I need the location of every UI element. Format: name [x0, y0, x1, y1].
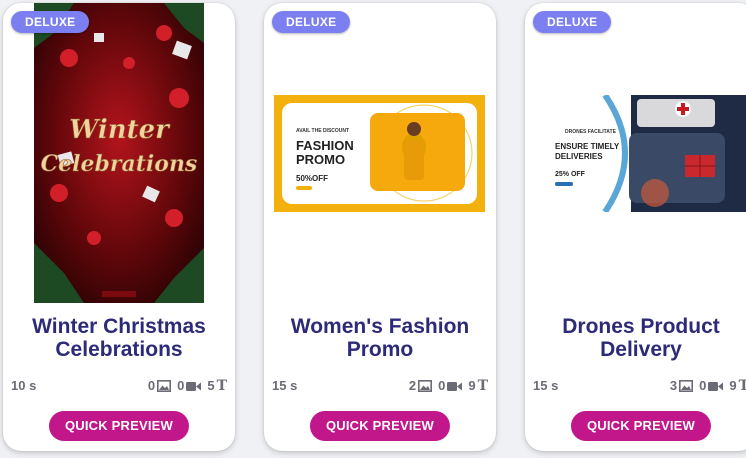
- video-camera-icon: [447, 381, 463, 391]
- image-count-value: 3: [669, 378, 678, 393]
- thumbnail-image: Winter Celebrations: [34, 3, 204, 303]
- thumb-title-line1: FASHION: [296, 138, 354, 153]
- text-count-value: 5: [207, 378, 215, 393]
- template-title: Winter Christmas Celebrations: [32, 315, 206, 361]
- quick-preview-button[interactable]: QUICK PREVIEW: [309, 411, 451, 441]
- template-meta: 15 s 3 0 9 T: [533, 378, 746, 394]
- template-meta: 10 s 0 0 5 T: [11, 378, 227, 394]
- text-icon: T: [216, 378, 227, 394]
- thumb-discount: 50%OFF: [296, 174, 328, 183]
- thumb-discount: 25% OFF: [555, 171, 586, 178]
- thumb-subtitle: AVAIL THE DISCOUNT: [296, 128, 349, 134]
- thumbnail[interactable]: DRONES FACILITATE ENSURE TIMELY DELIVERI…: [525, 3, 746, 303]
- deluxe-badge: DELUXE: [272, 11, 351, 33]
- video-count-value: 0: [177, 378, 185, 393]
- template-card[interactable]: DELUXE Winter Celebrations Winter Christ…: [3, 3, 235, 451]
- image-count-value: 2: [408, 378, 417, 393]
- image-count-value: 0: [147, 378, 156, 393]
- video-count: 0: [177, 378, 202, 394]
- template-card[interactable]: DELUXE AVAIL THE DISCOUNT FASHION PROMO …: [264, 3, 496, 451]
- template-grid: DELUXE Winter Celebrations Winter Christ…: [0, 0, 746, 458]
- thumbnail-image: AVAIL THE DISCOUNT FASHION PROMO 50%OFF: [274, 95, 485, 212]
- text-icon: T: [477, 378, 488, 394]
- text-icon: T: [738, 378, 746, 394]
- text-count-value: 9: [729, 378, 737, 393]
- thumb-subtitle: DRONES FACILITATE: [565, 129, 617, 135]
- image-icon: [157, 380, 172, 392]
- video-camera-icon: [708, 381, 724, 391]
- duration: 15 s: [533, 378, 559, 393]
- video-count-value: 0: [699, 378, 707, 393]
- thumbnail-image: DRONES FACILITATE ENSURE TIMELY DELIVERI…: [535, 95, 746, 212]
- thumb-title-line2: PROMO: [296, 152, 345, 167]
- video-count-value: 0: [438, 378, 446, 393]
- asset-counts: 3 0 9 T: [670, 378, 746, 394]
- duration: 15 s: [272, 378, 298, 393]
- image-count: 0: [147, 378, 172, 394]
- text-count-value: 9: [468, 378, 476, 393]
- video-count: 0: [699, 378, 724, 394]
- text-count: 9 T: [468, 378, 488, 394]
- template-meta: 15 s 2 0 9 T: [272, 378, 488, 394]
- thumb-title-line1: ENSURE TIMELY: [555, 142, 620, 151]
- thumb-title-line1: Winter: [69, 115, 171, 145]
- thumb-title-line2: DELIVERIES: [555, 152, 603, 161]
- template-title: Women's Fashion Promo: [290, 315, 470, 361]
- video-count: 0: [438, 378, 463, 394]
- template-card[interactable]: DELUXE DRONES FACILITATE ENSURE TIMELY D…: [525, 3, 746, 451]
- quick-preview-button[interactable]: QUICK PREVIEW: [570, 411, 712, 441]
- asset-counts: 2 0 9 T: [409, 378, 488, 394]
- template-title: Drones Product Delivery: [562, 315, 720, 361]
- deluxe-badge: DELUXE: [533, 11, 612, 33]
- thumb-title-line2: Celebrations: [41, 151, 198, 177]
- image-count: 2: [408, 378, 433, 394]
- image-icon: [418, 380, 433, 392]
- text-count: 9 T: [729, 378, 746, 394]
- image-count: 3: [669, 378, 694, 394]
- deluxe-badge: DELUXE: [11, 11, 90, 33]
- text-count: 5 T: [207, 378, 227, 394]
- image-icon: [679, 380, 694, 392]
- asset-counts: 0 0 5 T: [148, 378, 227, 394]
- thumbnail[interactable]: AVAIL THE DISCOUNT FASHION PROMO 50%OFF: [264, 3, 496, 303]
- quick-preview-button[interactable]: QUICK PREVIEW: [48, 411, 190, 441]
- duration: 10 s: [11, 378, 37, 393]
- thumbnail[interactable]: Winter Celebrations: [3, 3, 235, 303]
- video-camera-icon: [186, 381, 202, 391]
